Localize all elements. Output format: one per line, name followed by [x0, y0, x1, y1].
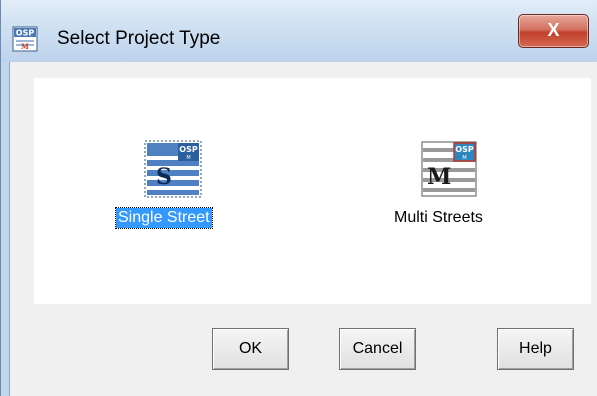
svg-text:M: M	[186, 155, 190, 161]
select-project-type-dialog: OSP M Select Project Type X OSP M S Sing…	[0, 0, 597, 396]
svg-text:OSP: OSP	[16, 29, 35, 38]
svg-text:M: M	[427, 164, 451, 190]
dialog-title: Select Project Type	[57, 28, 221, 49]
svg-text:M: M	[21, 42, 29, 51]
title-bar[interactable]: OSP M Select Project Type X	[1, 0, 597, 62]
close-button[interactable]: X	[518, 14, 589, 48]
svg-text:M: M	[462, 155, 466, 161]
osp-app-icon: OSP M	[12, 26, 38, 52]
svg-text:S: S	[156, 164, 172, 190]
cancel-button[interactable]: Cancel	[339, 328, 416, 370]
project-type-panel: OSP M S Single Street OSP M M Multi Stre…	[34, 78, 591, 304]
help-button-label: Help	[519, 340, 552, 357]
close-icon: X	[547, 20, 560, 40]
multi-streets-label: Multi Streets	[394, 209, 483, 226]
ok-button[interactable]: OK	[212, 328, 289, 370]
multi-streets-icon: OSP M M	[421, 141, 477, 197]
help-button[interactable]: Help	[497, 328, 574, 370]
project-option-single-street[interactable]: OSP M S Single Street	[108, 140, 238, 250]
dialog-body: OSP M S Single Street OSP M M Multi Stre…	[9, 62, 597, 396]
cancel-button-label: Cancel	[352, 340, 403, 357]
single-street-label: Single Street	[115, 207, 213, 229]
svg-text:OSP: OSP	[455, 145, 474, 154]
project-option-multi-streets[interactable]: OSP M M Multi Streets	[384, 140, 514, 250]
svg-text:OSP: OSP	[179, 145, 198, 154]
ok-button-label: OK	[238, 340, 263, 357]
single-street-icon: OSP M S	[144, 140, 202, 198]
